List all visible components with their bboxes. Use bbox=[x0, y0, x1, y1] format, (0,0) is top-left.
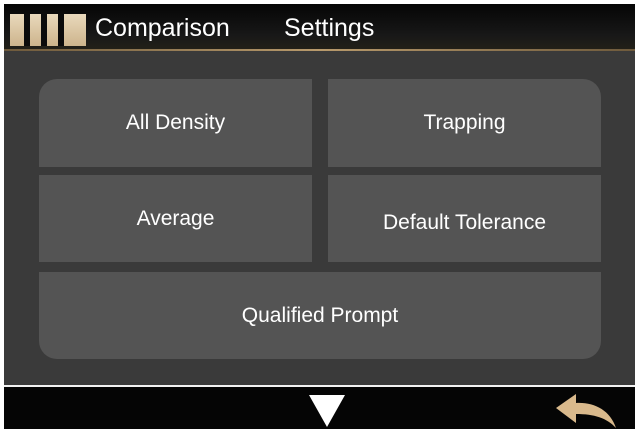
down-arrow-icon[interactable] bbox=[309, 395, 345, 429]
all-density-button[interactable]: All Density bbox=[39, 79, 312, 167]
back-arrow-icon[interactable] bbox=[554, 393, 618, 429]
qualified-prompt-label: Qualified Prompt bbox=[241, 303, 399, 327]
page-subtitle: Settings bbox=[284, 14, 375, 42]
trapping-button[interactable]: Trapping bbox=[328, 79, 601, 167]
all-density-label: All Density bbox=[125, 111, 226, 134]
qualified-prompt-button[interactable]: Qualified Prompt bbox=[39, 272, 601, 359]
header-bar: Comparison Settings bbox=[4, 4, 635, 49]
average-label: Average bbox=[136, 206, 215, 230]
brand-logo-icon bbox=[10, 14, 86, 46]
device-screen: Comparison Settings All Density Trapping… bbox=[4, 4, 635, 429]
default-tolerance-label: Default Tolerance bbox=[382, 210, 547, 234]
trapping-label: Trapping bbox=[423, 111, 506, 134]
average-button[interactable]: Average bbox=[39, 175, 312, 262]
header-divider bbox=[4, 49, 635, 51]
default-tolerance-button[interactable]: Default Tolerance bbox=[328, 175, 601, 262]
page-title: Comparison bbox=[95, 14, 230, 42]
footer-bar bbox=[4, 387, 635, 429]
